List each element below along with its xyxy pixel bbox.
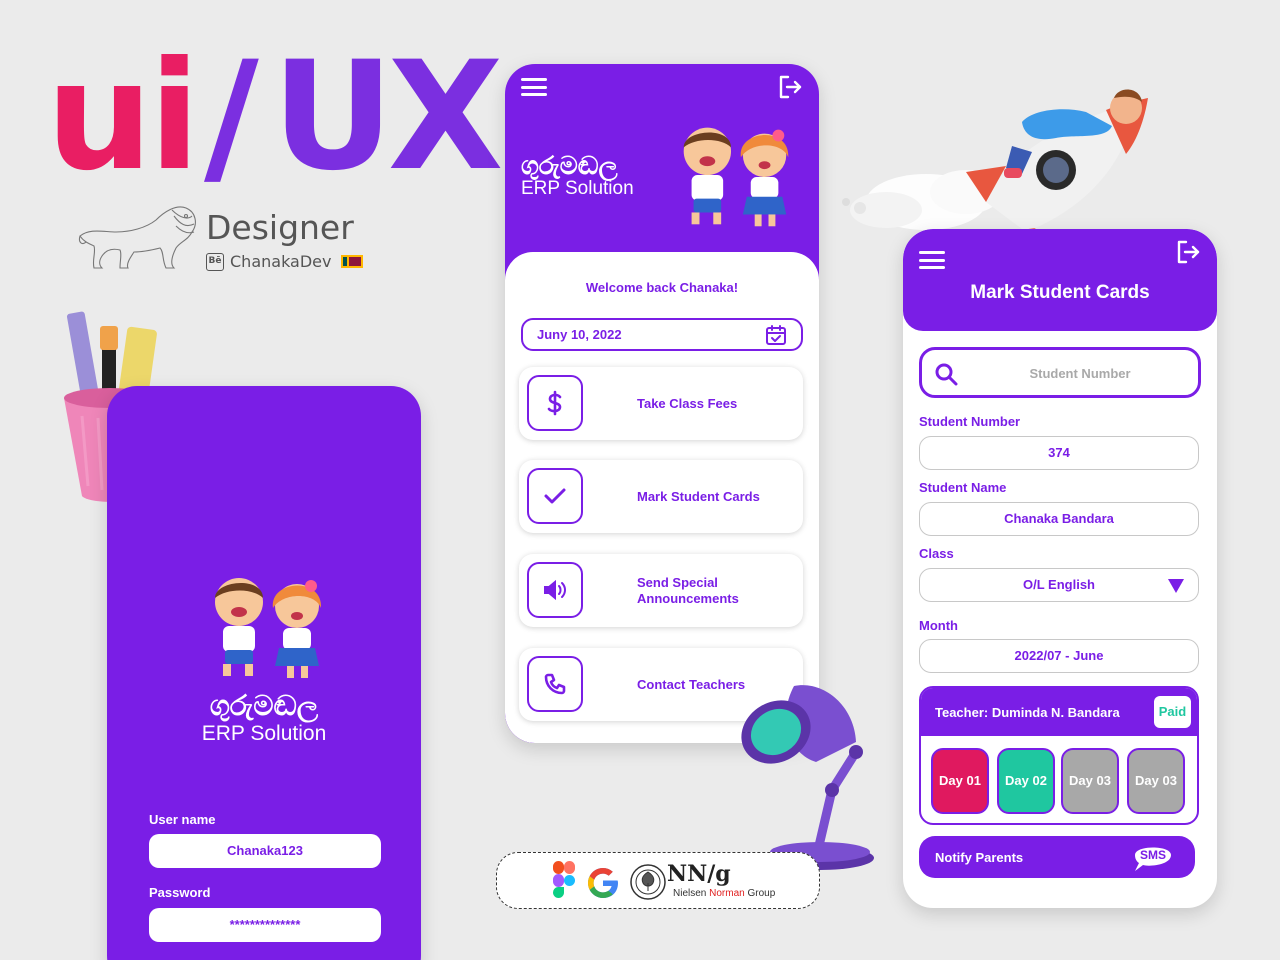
university-seal-icon xyxy=(630,864,666,900)
brand-name-sinhala: ගුරුමඬල xyxy=(521,152,618,180)
action-label: Mark Student Cards xyxy=(637,488,760,504)
designer-label: Designer xyxy=(206,208,354,247)
mark-student-cards-screen: Mark Student Cards Student Number Studen… xyxy=(903,229,1217,908)
student-number-field[interactable]: 374 xyxy=(919,436,1199,470)
hero-title: ui / UX xyxy=(46,30,503,204)
nng-logo-mark: NN/g xyxy=(667,861,731,887)
username-label: User name xyxy=(149,812,216,827)
google-icon xyxy=(588,868,618,898)
figma-icon xyxy=(553,861,575,898)
login-screen: ගුරුමඬල ERP Solution User name Chanaka12… xyxy=(107,386,421,960)
sri-lanka-flag-icon xyxy=(341,255,364,268)
date-picker[interactable]: Juny 10, 2022 xyxy=(521,318,803,351)
kids-mascot-illustration xyxy=(683,127,789,227)
student-name-field[interactable]: Chanaka Bandara xyxy=(919,502,1199,536)
dropdown-arrow-icon[interactable] xyxy=(1168,579,1184,593)
rocket-illustration xyxy=(842,89,1148,252)
check-icon xyxy=(527,468,583,524)
password-label: Password xyxy=(149,885,211,900)
class-select[interactable]: O/L English xyxy=(919,568,1199,602)
nng-name-part: Nielsen xyxy=(673,888,707,899)
nng-name-part: Group xyxy=(747,888,776,899)
class-label: Class xyxy=(919,546,954,561)
author-name: ChanakaDev xyxy=(230,252,332,271)
kids-mascot-illustration xyxy=(215,578,322,678)
brand-name-english: ERP Solution xyxy=(521,178,634,199)
welcome-message: Welcome back Chanaka! xyxy=(585,280,739,295)
username-field[interactable]: Chanaka123 xyxy=(149,834,381,868)
svg-text:SMS: SMS xyxy=(1140,848,1166,862)
student-number-label: Student Number xyxy=(919,414,1021,429)
student-name-label: Student Name xyxy=(919,480,1007,495)
mark-header: Mark Student Cards xyxy=(903,229,1217,331)
password-field[interactable]: ************** xyxy=(149,908,381,942)
author-byline: Bē ChanakaDev xyxy=(206,252,364,271)
month-label: Month xyxy=(919,618,958,633)
hero-ui-text: ui xyxy=(46,30,200,204)
teacher-attendance-card: Teacher: Duminda N. Bandara Paid Day 01 … xyxy=(919,686,1199,825)
student-search-input[interactable]: Student Number xyxy=(919,347,1201,398)
teacher-header: Teacher: Duminda N. Bandara Paid xyxy=(921,688,1197,736)
paid-badge: Paid xyxy=(1154,696,1191,728)
action-label: Take Class Fees xyxy=(637,395,738,411)
action-label: Send Special Announcements xyxy=(637,574,739,606)
take-class-fees-button[interactable]: Take Class Fees xyxy=(519,367,803,440)
day-02-button[interactable]: Day 02 xyxy=(997,748,1055,814)
behance-icon: Bē xyxy=(206,252,224,271)
search-placeholder: Student Number xyxy=(1029,366,1131,381)
dashboard-screen: ගුරුමඬල ERP Solution Welcome back Chanak… xyxy=(505,64,819,743)
dashboard-body: Welcome back Chanaka! Juny 10, 2022 Take… xyxy=(505,252,819,743)
day-03-button[interactable]: Day 03 xyxy=(1061,748,1119,814)
brand-name-sinhala: ගුරුමඬල xyxy=(209,690,319,721)
date-value: Juny 10, 2022 xyxy=(537,327,622,342)
month-field[interactable]: 2022/07 - June xyxy=(919,639,1199,673)
speaker-icon xyxy=(527,562,583,618)
sms-icon: SMS xyxy=(1135,847,1171,871)
nng-name-part: Norman xyxy=(709,888,745,899)
phone-icon xyxy=(527,656,583,712)
dollar-icon xyxy=(527,375,583,431)
day-01-button[interactable]: Day 01 xyxy=(931,748,989,814)
send-announcements-button[interactable]: Send Special Announcements xyxy=(519,554,803,627)
design-tools-strip: NN/g Nielsen Norman Group xyxy=(496,852,820,909)
mark-student-cards-button[interactable]: Mark Student Cards xyxy=(519,460,803,533)
teacher-name: Teacher: Duminda N. Bandara xyxy=(935,705,1120,720)
hamburger-menu-icon[interactable] xyxy=(919,251,945,269)
page-title: Mark Student Cards xyxy=(970,282,1150,303)
class-value: O/L English xyxy=(1023,577,1095,592)
day-03-button[interactable]: Day 03 xyxy=(1127,748,1185,814)
logout-icon[interactable] xyxy=(1175,239,1201,265)
calendar-icon[interactable] xyxy=(765,324,787,346)
hero-slash-text: / xyxy=(204,30,259,204)
lion-logo-icon xyxy=(78,206,196,269)
hamburger-menu-icon[interactable] xyxy=(521,78,547,96)
nng-logo-text: Nielsen Norman Group xyxy=(673,888,775,899)
search-icon xyxy=(935,363,958,386)
notify-parents-button[interactable]: Notify Parents SMS xyxy=(919,836,1195,878)
desk-lamp-illustration xyxy=(741,685,874,870)
logout-icon[interactable] xyxy=(777,74,803,100)
notify-label: Notify Parents xyxy=(935,850,1024,865)
brand-name-english: ERP Solution xyxy=(201,722,327,745)
hero-ux-text: UX xyxy=(272,30,503,204)
